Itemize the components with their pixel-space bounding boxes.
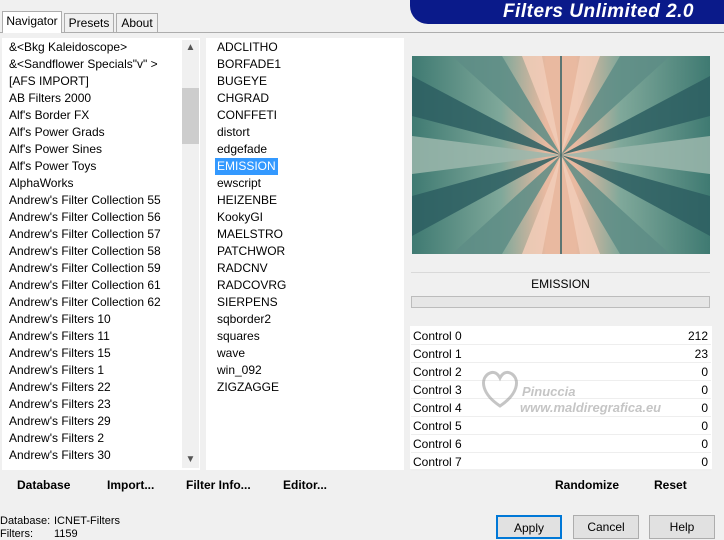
- category-item[interactable]: &<Bkg Kaleidoscope>: [9, 39, 127, 56]
- category-item[interactable]: Andrew's Filters 1: [9, 362, 104, 379]
- control-value: 0: [701, 419, 708, 433]
- filters-count: 1159: [54, 528, 78, 540]
- progress-bar: [411, 296, 710, 308]
- cancel-button[interactable]: Cancel: [573, 515, 639, 539]
- control-value: 23: [694, 347, 708, 361]
- preview-image: [412, 56, 710, 254]
- filter-item[interactable]: ewscript: [215, 175, 263, 192]
- control-value: 0: [701, 455, 708, 469]
- tab-navigator[interactable]: Navigator: [2, 11, 62, 33]
- category-item[interactable]: Andrew's Filter Collection 59: [9, 260, 161, 277]
- category-item[interactable]: Andrew's Filters 2: [9, 430, 104, 447]
- control-label: Control 1: [413, 347, 462, 361]
- tab-divider: [0, 32, 724, 33]
- filter-item[interactable]: SIERPENS: [215, 294, 280, 311]
- control-label: Control 4: [413, 401, 462, 415]
- control-value: 0: [701, 365, 708, 379]
- category-item[interactable]: Alf's Power Toys: [9, 158, 96, 175]
- category-item[interactable]: Andrew's Filters 30: [9, 447, 111, 464]
- reset-button[interactable]: Reset: [654, 478, 687, 492]
- filter-item[interactable]: ADCLITHO: [215, 39, 280, 56]
- category-item[interactable]: Alf's Power Grads: [9, 124, 105, 141]
- filter-item[interactable]: wave: [215, 345, 247, 362]
- database-button[interactable]: Database: [17, 478, 70, 492]
- category-item[interactable]: [AFS IMPORT]: [9, 73, 89, 90]
- scroll-up-icon[interactable]: ▲: [182, 40, 199, 56]
- category-item[interactable]: Andrew's Filter Collection 61: [9, 277, 161, 294]
- tab-presets[interactable]: Presets: [64, 13, 114, 32]
- filters-label: Filters:: [0, 528, 33, 540]
- control-label: Control 5: [413, 419, 462, 433]
- randomize-button[interactable]: Randomize: [555, 478, 619, 492]
- watermark-line2: www.maldiregrafica.eu: [520, 400, 662, 415]
- control-value: 0: [701, 437, 708, 451]
- filter-item[interactable]: KookyGI: [215, 209, 265, 226]
- database-label: Database:: [0, 515, 51, 527]
- banner-title: Filters Unlimited 2.0: [502, 1, 694, 22]
- category-item[interactable]: Andrew's Filter Collection 56: [9, 209, 161, 226]
- category-item[interactable]: Andrew's Filters 11: [9, 328, 110, 345]
- tab-about[interactable]: About: [116, 13, 158, 32]
- category-item[interactable]: Andrew's Filters 23: [9, 396, 111, 413]
- category-item[interactable]: AB Filters 2000: [9, 90, 91, 107]
- filter-item[interactable]: sqborder2: [215, 311, 273, 328]
- watermark-line1: Pinuccia: [522, 384, 576, 399]
- control-value: 212: [687, 329, 708, 343]
- filter-name: EMISSION: [531, 277, 590, 291]
- help-button[interactable]: Help: [649, 515, 715, 539]
- scrollbar-thumb[interactable]: [182, 88, 199, 144]
- category-item[interactable]: Andrew's Filter Collection 55: [9, 192, 161, 209]
- filter-item[interactable]: HEIZENBE: [215, 192, 279, 209]
- control-label: Control 0: [413, 329, 462, 343]
- filter-item[interactable]: edgefade: [215, 141, 269, 158]
- database-value: ICNET-Filters: [54, 515, 120, 527]
- scroll-down-icon[interactable]: ▼: [182, 452, 199, 468]
- category-item[interactable]: &<Sandflower Specials"v" >: [9, 56, 158, 73]
- filter-item[interactable]: RADCNV: [215, 260, 270, 277]
- filter-item[interactable]: BUGEYE: [215, 73, 269, 90]
- watermark-logo-icon: [482, 370, 518, 408]
- app-banner: Filters Unlimited 2.0: [410, 0, 724, 24]
- category-item[interactable]: AlphaWorks: [9, 175, 73, 192]
- filter-item[interactable]: win_092: [215, 362, 264, 379]
- filter-item[interactable]: BORFADE1: [215, 56, 283, 73]
- category-item[interactable]: Andrew's Filter Collection 62: [9, 294, 161, 311]
- control-label: Control 6: [413, 437, 462, 451]
- category-item[interactable]: Alf's Border FX: [9, 107, 89, 124]
- category-item[interactable]: Andrew's Filters 29: [9, 413, 111, 430]
- filter-info-button[interactable]: Filter Info...: [186, 478, 251, 492]
- category-item[interactable]: Andrew's Filter Collection 58: [9, 243, 161, 260]
- control-value: 0: [701, 401, 708, 415]
- filter-item[interactable]: squares: [215, 328, 262, 345]
- category-item[interactable]: Andrew's Filters 10: [9, 311, 111, 328]
- category-item[interactable]: Alf's Power Sines: [9, 141, 102, 158]
- filter-item[interactable]: MAELSTRO: [215, 226, 285, 243]
- editor-button[interactable]: Editor...: [283, 478, 327, 492]
- import-button[interactable]: Import...: [107, 478, 154, 492]
- filter-item[interactable]: EMISSION: [215, 158, 278, 175]
- filter-item[interactable]: distort: [215, 124, 252, 141]
- control-label: Control 3: [413, 383, 462, 397]
- filter-item[interactable]: RADCOVRG: [215, 277, 288, 294]
- control-label: Control 2: [413, 365, 462, 379]
- category-item[interactable]: Andrew's Filters 15: [9, 345, 111, 362]
- filter-item[interactable]: CONFFETI: [215, 107, 279, 124]
- filter-item[interactable]: PATCHWOR: [215, 243, 287, 260]
- category-item[interactable]: Andrew's Filter Collection 57: [9, 226, 161, 243]
- category-item[interactable]: Andrew's Filters 22: [9, 379, 111, 396]
- control-value: 0: [701, 383, 708, 397]
- filter-item[interactable]: CHGRAD: [215, 90, 271, 107]
- filter-item[interactable]: ZIGZAGGE: [215, 379, 281, 396]
- apply-button[interactable]: Apply: [496, 515, 562, 539]
- control-label: Control 7: [413, 455, 462, 469]
